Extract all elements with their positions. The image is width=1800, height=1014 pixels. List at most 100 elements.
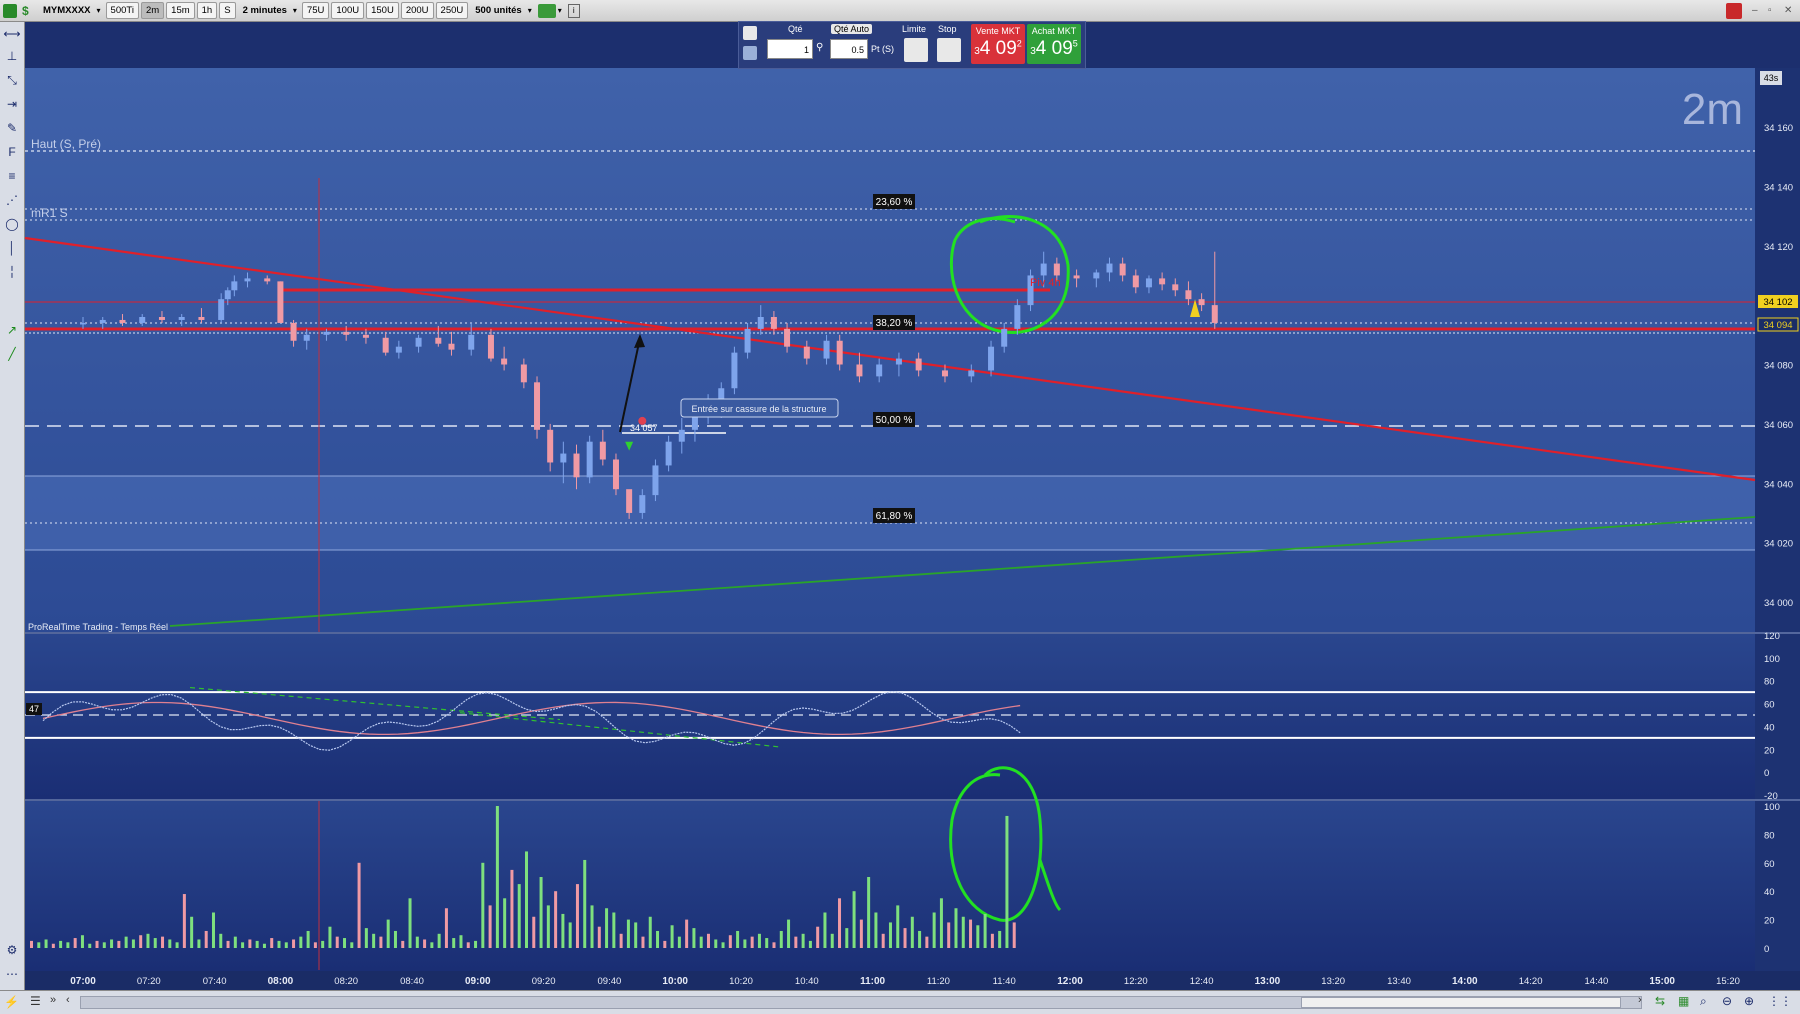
price-tag-34094: 34 094 [1757, 317, 1799, 332]
annotation-box[interactable]: Entrée sur cassure de la structure [680, 398, 839, 418]
volume-bar [896, 905, 900, 948]
limit-order-button[interactable] [904, 38, 928, 62]
candle [652, 459, 659, 502]
volume-bar [430, 942, 434, 948]
volume-bar [561, 913, 565, 948]
volume-bar [838, 898, 842, 948]
volume-bar [998, 930, 1002, 948]
buy-market-button[interactable]: Achat MKT 34 095 [1027, 24, 1081, 64]
time-tick-label: 09:20 [532, 976, 556, 987]
time-tick-label: 08:40 [400, 976, 424, 987]
scroll-right-icon[interactable]: › [1638, 994, 1642, 1006]
volume-bar [88, 943, 92, 948]
price-tick-label: 34 120 [1764, 242, 1793, 253]
volume-bar [66, 942, 70, 948]
time-tick-label: 10:40 [795, 976, 819, 987]
volume-bar [139, 935, 143, 948]
volume-bar [575, 884, 579, 948]
volume-bar [95, 940, 99, 948]
grid-icon[interactable]: ⋮⋮ [1768, 994, 1792, 1008]
time-tick-label: 13:20 [1321, 976, 1345, 987]
volume-bar [372, 933, 376, 948]
stop-label: Stop [938, 24, 957, 34]
double-chevron-icon[interactable]: » [50, 994, 56, 1006]
time-tick-label: 12:20 [1124, 976, 1148, 987]
volume-bar [976, 925, 980, 948]
chart-settings-icon[interactable]: ▦ [1678, 994, 1689, 1008]
volume-bar [910, 916, 914, 948]
sell-market-button[interactable]: Vente MKT 34 092 [971, 24, 1025, 64]
time-tick-label: 11:20 [927, 976, 950, 987]
candle [731, 346, 738, 395]
volume-bar [182, 894, 186, 948]
volume-bar [568, 922, 572, 948]
time-tick-label: 14:00 [1452, 976, 1478, 987]
volume-bar [605, 908, 609, 948]
time-tick-label: 15:20 [1716, 976, 1740, 987]
limit-label: Limite [902, 24, 927, 34]
link-icon[interactable]: ⚲ [816, 42, 824, 56]
time-tick-label: 13:40 [1387, 976, 1411, 987]
volume-bar [670, 925, 674, 948]
chart-canvas[interactable]: 34 160 34 140 34 120 34 080 34 060 34 040 34 0… [0, 0, 1800, 990]
time-tick-label: 10:20 [729, 976, 753, 987]
oscillator-panel [25, 634, 1755, 799]
price-tick-label: 34 140 [1764, 182, 1793, 193]
volume-bar [779, 930, 783, 948]
volume-bar [939, 898, 943, 948]
order-settings-icon[interactable] [743, 26, 757, 40]
volume-bar [466, 942, 470, 948]
oscillator-tick-label: 0 [1764, 768, 1769, 779]
keypad-icon[interactable] [743, 46, 757, 60]
volume-bar [1012, 922, 1016, 948]
candle [277, 281, 284, 323]
time-tick-label: 13:00 [1255, 976, 1281, 987]
volume-bar [146, 933, 150, 948]
volume-bar [284, 942, 288, 948]
sell-label: Vente MKT [975, 26, 1021, 36]
time-tick-label: 11:40 [993, 976, 1016, 987]
annotation-text: Entrée sur cassure de la structure [691, 404, 826, 414]
horizontal-scrollbar[interactable] [80, 996, 1642, 1009]
qty-auto-toggle[interactable]: Qté Auto [831, 24, 873, 34]
time-tick-label: 14:40 [1585, 976, 1609, 987]
volume-bar [350, 942, 354, 948]
scrollbar-thumb[interactable] [1301, 997, 1621, 1008]
volume-bar [175, 942, 179, 948]
volume-bar [168, 939, 172, 948]
fib-label-618: 61,80 % [873, 508, 915, 523]
oscillator-tick-label: 60 [1764, 700, 1775, 711]
auto-scroll-icon[interactable]: ⇆ [1655, 994, 1665, 1008]
buy-price: 34 095 [1030, 38, 1078, 59]
volume-bar [663, 940, 667, 948]
volume-bar [583, 859, 587, 948]
zoom-in-icon[interactable]: ⊕ [1744, 994, 1754, 1008]
time-tick-label: 11:00 [860, 976, 885, 987]
volume-bar [459, 935, 463, 948]
volume-bar [794, 936, 798, 948]
zoom-out-icon[interactable]: ⊖ [1722, 994, 1732, 1008]
price-tag-34102: 34 102 [1758, 295, 1798, 308]
time-tick-label: 07:00 [70, 976, 96, 987]
menu-icon[interactable]: ☰ [30, 994, 41, 1008]
stop-order-button[interactable] [937, 38, 961, 62]
volume-bar [619, 933, 623, 948]
label-haut: Haut (S, Pré) [31, 137, 101, 151]
oscillator-tick-label: 80 [1764, 677, 1775, 688]
time-tick-label: 15:00 [1649, 976, 1675, 987]
volume-bar [30, 940, 33, 948]
price-tick-label: 34 160 [1764, 123, 1793, 134]
volume-bar [51, 943, 55, 948]
candle [612, 453, 619, 496]
scroll-left-icon[interactable]: ‹ [66, 994, 70, 1006]
volume-bar [321, 940, 325, 948]
time-tick-label: 12:40 [1190, 976, 1214, 987]
zoom-fit-icon[interactable]: ⌕ [1700, 994, 1707, 1009]
price-tick-label: 34 020 [1764, 539, 1793, 550]
volume-bar [641, 936, 645, 948]
svg-text:47: 47 [29, 704, 39, 714]
qty-input[interactable]: 1 [767, 39, 813, 59]
time-tick-label: 10:00 [662, 976, 688, 987]
points-input[interactable]: 0.5 [830, 39, 868, 59]
volume-bar [204, 930, 208, 948]
